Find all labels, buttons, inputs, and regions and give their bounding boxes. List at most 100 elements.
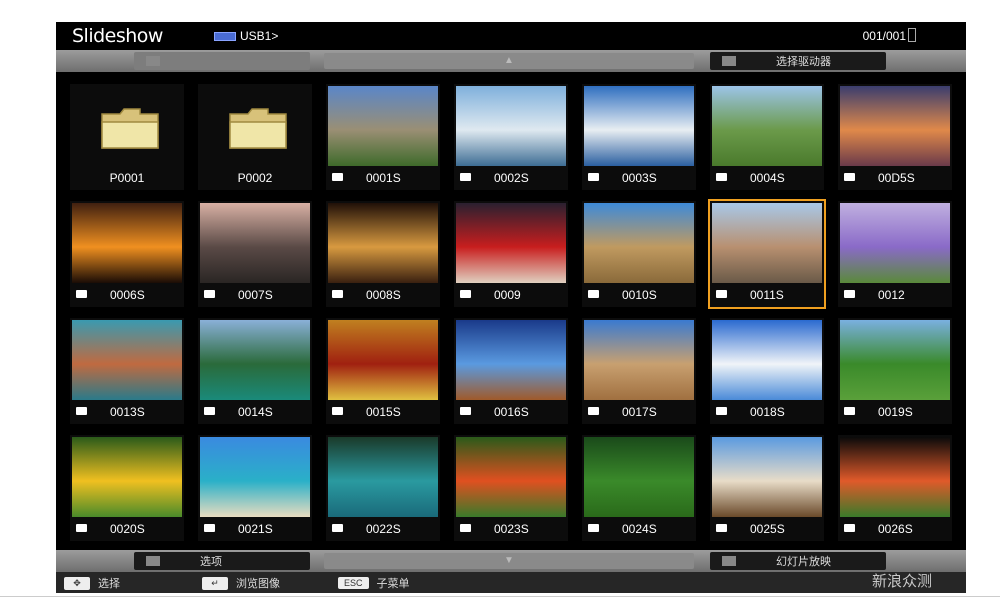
thumbnail-caption: 0003S bbox=[582, 168, 696, 188]
photo-thumbnail[interactable]: 0003S bbox=[582, 84, 696, 190]
thumbnail-name: 0024S bbox=[622, 522, 657, 536]
photo-thumbnail[interactable]: 0019S bbox=[838, 318, 952, 424]
select-drive-button[interactable]: 选择驱动器 bbox=[710, 52, 886, 70]
thumbnail-name: P0001 bbox=[109, 171, 145, 185]
photo-image bbox=[840, 320, 950, 400]
photo-thumbnail[interactable]: 0021S bbox=[198, 435, 312, 541]
photo-image bbox=[840, 437, 950, 517]
photo-image bbox=[72, 203, 182, 283]
thumbnail-caption: 0006S bbox=[70, 285, 184, 305]
scroll-down-bar[interactable]: ▼ bbox=[324, 553, 694, 569]
camera-icon bbox=[588, 173, 599, 181]
watermark: 新浪众测 bbox=[872, 572, 933, 590]
camera-icon bbox=[76, 290, 87, 298]
thumbnail-name: 00D5S bbox=[878, 171, 915, 185]
camera-icon bbox=[844, 173, 855, 181]
thumbnail-name: 0014S bbox=[238, 405, 273, 419]
photo-image bbox=[200, 320, 310, 400]
photo-thumbnail[interactable]: 00D5S bbox=[838, 84, 952, 190]
photo-thumbnail[interactable]: 0023S bbox=[454, 435, 568, 541]
battery-icon bbox=[908, 28, 916, 42]
photo-thumbnail[interactable]: 0013S bbox=[70, 318, 184, 424]
photo-thumbnail[interactable]: 0002S bbox=[454, 84, 568, 190]
top-left-button[interactable] bbox=[134, 52, 310, 70]
thumbnail-caption: 0023S bbox=[454, 519, 568, 539]
photo-thumbnail[interactable]: 0022S bbox=[326, 435, 440, 541]
photo-image bbox=[328, 86, 438, 166]
photo-thumbnail[interactable]: 0006S bbox=[70, 201, 184, 307]
title-bar: Slideshow USB1> 001/001 bbox=[56, 22, 966, 50]
photo-image bbox=[328, 437, 438, 517]
photo-thumbnail[interactable]: 0009 bbox=[454, 201, 568, 307]
camera-icon bbox=[204, 290, 215, 298]
thumbnail-caption: 0018S bbox=[710, 402, 824, 422]
photo-thumbnail[interactable]: 0020S bbox=[70, 435, 184, 541]
thumbnail-name: 0009 bbox=[494, 288, 521, 302]
select-drive-label: 选择驱动器 bbox=[776, 56, 831, 68]
camera-icon bbox=[460, 290, 471, 298]
photo-thumbnail[interactable]: 0014S bbox=[198, 318, 312, 424]
photo-thumbnail[interactable]: 0015S bbox=[326, 318, 440, 424]
thumbnail-caption: 0015S bbox=[326, 402, 440, 422]
thumbnail-caption: 0007S bbox=[198, 285, 312, 305]
thumbnail-name: 0017S bbox=[622, 405, 657, 419]
folder-icon bbox=[200, 86, 310, 166]
camera-icon bbox=[844, 524, 855, 532]
options-label: 选项 bbox=[200, 556, 222, 568]
photo-thumbnail[interactable]: 0012 bbox=[838, 201, 952, 307]
photo-thumbnail[interactable]: 0010S bbox=[582, 201, 696, 307]
camera-icon bbox=[332, 407, 343, 415]
options-button[interactable]: 选项 bbox=[134, 552, 310, 570]
page-counter: 001/001 bbox=[862, 29, 906, 43]
thumbnail-caption: 0014S bbox=[198, 402, 312, 422]
app-title: Slideshow bbox=[72, 25, 163, 47]
camera-icon bbox=[588, 524, 599, 532]
photo-thumbnail[interactable]: 0008S bbox=[326, 201, 440, 307]
slideshow-button[interactable]: 幻灯片放映 bbox=[710, 552, 886, 570]
help-browse-label: 浏览图像 bbox=[236, 578, 280, 590]
help-select-label: 选择 bbox=[98, 578, 120, 590]
photo-thumbnail[interactable]: 0018S bbox=[710, 318, 824, 424]
device-label: USB1> bbox=[240, 29, 279, 43]
camera-icon bbox=[204, 407, 215, 415]
thumbnail-caption: 0012 bbox=[838, 285, 952, 305]
photo-thumbnail[interactable]: 0001S bbox=[326, 84, 440, 190]
photo-image bbox=[712, 437, 822, 517]
folder-thumbnail[interactable]: P0002 bbox=[198, 84, 312, 190]
thumbnail-name: 0003S bbox=[622, 171, 657, 185]
photo-thumbnail[interactable]: 0007S bbox=[198, 201, 312, 307]
bottom-divider bbox=[0, 596, 1000, 597]
camera-icon bbox=[716, 290, 727, 298]
photo-image bbox=[584, 203, 694, 283]
thumbnail-name: 0023S bbox=[494, 522, 529, 536]
scroll-up-bar[interactable]: ▲ bbox=[324, 53, 694, 69]
thumbnail-caption: 0026S bbox=[838, 519, 952, 539]
top-navigation-bar: ▲ 选择驱动器 bbox=[56, 50, 966, 72]
photo-thumbnail[interactable]: 0011S bbox=[708, 199, 826, 309]
up-arrow-icon: ▲ bbox=[504, 55, 514, 66]
photo-image bbox=[456, 320, 566, 400]
photo-thumbnail[interactable]: 0026S bbox=[838, 435, 952, 541]
folder-thumbnail[interactable]: P0001 bbox=[70, 84, 184, 190]
photo-thumbnail[interactable]: 0004S bbox=[710, 84, 824, 190]
thumbnail-caption: 0016S bbox=[454, 402, 568, 422]
photo-thumbnail[interactable]: 0016S bbox=[454, 318, 568, 424]
thumbnail-caption: 0008S bbox=[326, 285, 440, 305]
thumbnail-caption: 0011S bbox=[710, 285, 824, 305]
camera-icon bbox=[76, 407, 87, 415]
photo-thumbnail[interactable]: 0017S bbox=[582, 318, 696, 424]
thumbnail-caption: 0019S bbox=[838, 402, 952, 422]
photo-image bbox=[456, 203, 566, 283]
photo-thumbnail[interactable]: 0024S bbox=[582, 435, 696, 541]
photo-thumbnail[interactable]: 0025S bbox=[710, 435, 824, 541]
return-icon bbox=[146, 56, 160, 66]
help-browse: ↵ 浏览图像 bbox=[202, 575, 280, 591]
thumbnail-name: 0001S bbox=[366, 171, 401, 185]
photo-image bbox=[72, 320, 182, 400]
photo-image bbox=[72, 437, 182, 517]
camera-icon bbox=[332, 173, 343, 181]
projector-screen: Slideshow USB1> 001/001 ▲ 选择驱动器 P0001 P00… bbox=[56, 22, 966, 593]
help-submenu-label: 子菜单 bbox=[376, 578, 410, 590]
camera-icon bbox=[716, 407, 727, 415]
thumbnail-caption: 00D5S bbox=[838, 168, 952, 188]
